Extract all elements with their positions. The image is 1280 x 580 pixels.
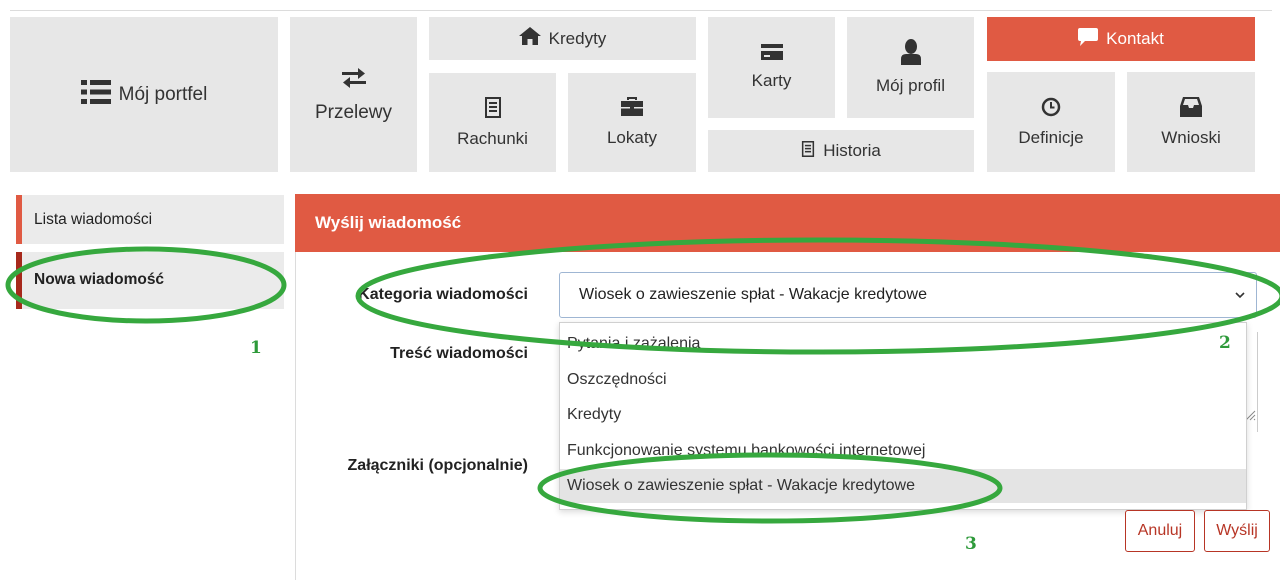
dropdown-option[interactable]: Pytania i zażalenia [560,327,1246,361]
top-divider [10,10,1272,11]
card-icon [760,44,783,65]
attachments-label: Załączniki (opcjonalnie) [347,457,528,474]
panel-title: Wyślij wiadomość [315,213,462,232]
annotation-number-1: 1 [250,338,262,358]
panel-header: Wyślij wiadomość [295,194,1280,252]
annotation-number-3: 3 [965,534,977,554]
send-button[interactable]: Wyślij [1204,510,1270,552]
category-dropdown: Pytania i zażalenia Oszczędności Kredyty… [559,322,1247,510]
transfer-arrows-icon [341,66,366,96]
cancel-button[interactable]: Anuluj [1125,510,1195,552]
nav-tile-kontakt[interactable]: Kontakt [987,17,1255,61]
nav-label-kredyty: Kredyty [548,28,607,48]
nav-label-profil: Mój profil [876,76,945,95]
nav-label-karty: Karty [751,71,792,90]
nav-label-rachunki: Rachunki [457,128,528,148]
sidebar-item-nowa[interactable]: Nowa wiadomość [16,252,284,309]
nav-label-kontakt: Kontakt [1106,29,1164,48]
briefcase-icon [621,97,643,122]
category-label: Kategoria wiadomości [358,286,528,303]
nav-tile-portfel[interactable]: Mój portfel [10,17,278,172]
nav-tile-rachunki[interactable]: Rachunki [429,73,556,172]
chat-bubble-icon [1078,27,1099,51]
chevron-down-icon [1234,288,1246,306]
inbox-tray-icon [1180,96,1202,122]
dropdown-option-selected[interactable]: Wiosek o zawieszenie spłat - Wakacje kre… [560,469,1246,503]
content-label: Treść wiadomości [390,345,528,362]
home-icon [518,27,541,50]
category-select[interactable]: Wiosek o zawieszenie spłat - Wakacje kre… [559,272,1257,318]
dropdown-option[interactable]: Kredyty [560,398,1246,432]
clock-icon [1041,97,1061,122]
nav-tile-profil[interactable]: Mój profil [847,17,974,118]
annotation-number-2: 2 [1219,333,1231,353]
nav-label-definicje: Definicje [1018,127,1084,147]
nav-tile-przelewy[interactable]: Przelewy [290,17,417,172]
sidebar-item-label: Nowa wiadomość [34,271,165,288]
document-icon [484,96,501,123]
dropdown-option[interactable]: Funkcjonowanie systemu bankowości intern… [560,434,1246,468]
list-icon [80,79,111,110]
nav-label-historia: Historia [823,141,881,160]
nav-tile-wnioski[interactable]: Wnioski [1127,72,1255,172]
document-icon [801,140,815,162]
nav-label-lokaty: Lokaty [606,128,658,147]
nav-label-wnioski: Wnioski [1161,127,1221,147]
sidebar-item-lista[interactable]: Lista wiadomości [16,195,284,244]
nav-tile-historia[interactable]: Historia [708,130,974,172]
category-select-value: Wiosek o zawieszenie spłat - Wakacje kre… [579,286,927,303]
nav-tile-kredyty[interactable]: Kredyty [429,17,696,60]
sidebar-item-label: Lista wiadomości [34,210,153,228]
dropdown-option[interactable]: Oszczędności [560,363,1246,397]
nav-tile-lokaty[interactable]: Lokaty [568,73,696,172]
user-icon [900,39,921,70]
nav-label-portfel: Mój portfel [118,83,208,105]
nav-label-przelewy: Przelewy [314,101,393,123]
nav-tile-definicje[interactable]: Definicje [987,72,1115,172]
nav-tile-karty[interactable]: Karty [708,17,835,118]
